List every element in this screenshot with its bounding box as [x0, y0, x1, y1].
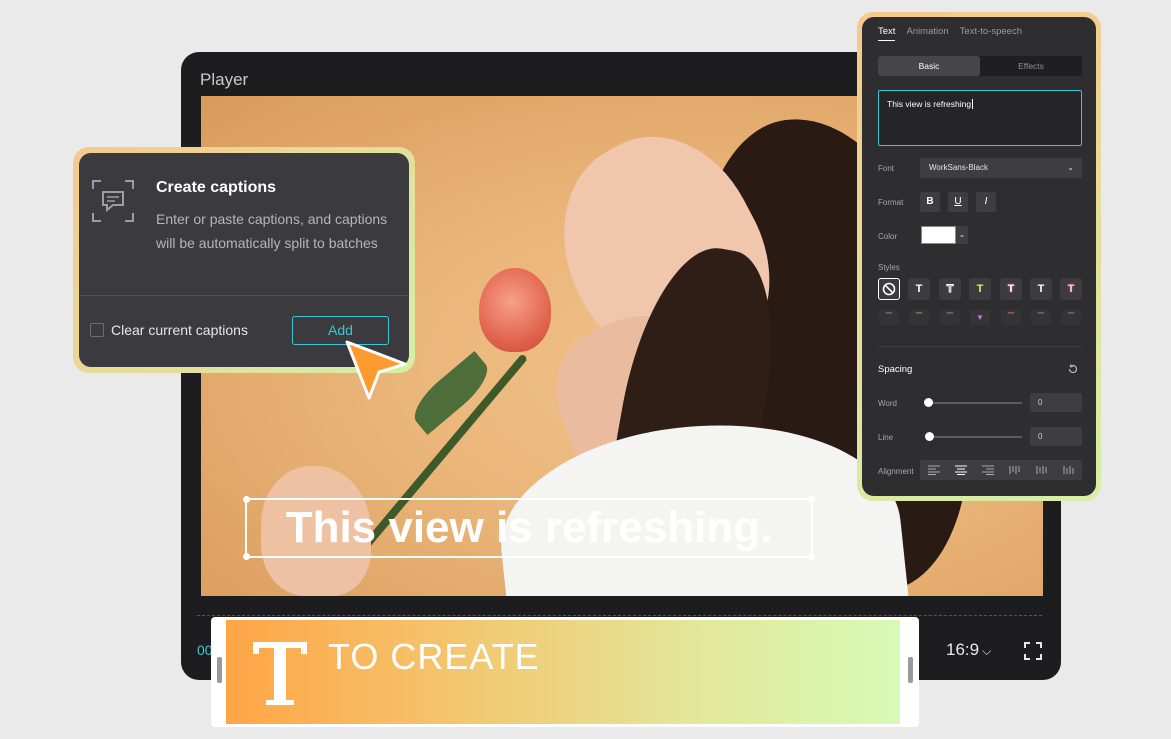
style-preset-shadow[interactable]: T: [1000, 278, 1022, 300]
align-middle-icon[interactable]: [1035, 465, 1049, 475]
clip-trim-handle-left[interactable]: [217, 657, 222, 683]
line-spacing-input[interactable]: 0: [1030, 427, 1082, 446]
resize-handle-br[interactable]: [808, 553, 815, 560]
text-input[interactable]: This view is refreshing: [878, 90, 1082, 146]
text-t-icon: [253, 642, 307, 705]
underline-button[interactable]: U: [948, 192, 968, 212]
style-preset-outline[interactable]: T: [939, 278, 961, 300]
tab-animation[interactable]: Animation: [906, 26, 948, 41]
style-preset-bold[interactable]: T: [1030, 278, 1052, 300]
bold-button[interactable]: B: [920, 192, 940, 212]
format-label: Format: [878, 198, 904, 207]
alignment-label: Alignment: [878, 467, 914, 476]
fullscreen-icon[interactable]: [1024, 642, 1042, 660]
basic-effects-toggle: Basic Effects: [878, 56, 1082, 76]
style-preset-small[interactable]: ▔: [940, 310, 960, 325]
caption-overlay-text: This view is refreshing.: [285, 503, 773, 552]
resize-handle-tl[interactable]: [243, 496, 250, 503]
create-captions-title: Create captions: [156, 179, 277, 196]
divider: [878, 346, 1082, 347]
text-input-value: This view is refreshing: [887, 99, 972, 109]
reset-icon[interactable]: [1067, 363, 1079, 375]
spacing-title: Spacing: [878, 364, 913, 375]
resize-handle-tr[interactable]: [808, 496, 815, 503]
font-value: WorkSans-Black: [929, 163, 988, 172]
line-spacing-thumb[interactable]: [925, 432, 934, 441]
segment-effects[interactable]: Effects: [980, 56, 1082, 76]
resize-handle-bl[interactable]: [243, 553, 250, 560]
clear-captions-label: Clear current captions: [111, 322, 248, 338]
tab-text-to-speech[interactable]: Text-to-speech: [960, 26, 1022, 41]
no-style-icon[interactable]: [878, 278, 900, 300]
word-spacing-thumb[interactable]: [924, 398, 933, 407]
alignment-buttons: [920, 460, 1082, 480]
font-select[interactable]: WorkSans-Black ⌄: [920, 158, 1082, 178]
caption-text-box[interactable]: This view is refreshing.: [243, 496, 815, 560]
word-spacing-input[interactable]: 0: [1030, 393, 1082, 412]
style-preset-small[interactable]: ▼: [970, 310, 990, 325]
text-clip[interactable]: TO CREATE: [226, 620, 900, 724]
align-top-icon[interactable]: [1008, 465, 1022, 475]
align-left-icon[interactable]: [927, 465, 941, 475]
panel-tabs: Text Animation Text-to-speech: [878, 26, 1022, 41]
align-bottom-icon[interactable]: [1062, 465, 1076, 475]
align-right-icon[interactable]: [981, 465, 995, 475]
color-swatch[interactable]: [921, 226, 956, 244]
player-title: Player: [200, 70, 249, 89]
aspect-ratio-selector[interactable]: 16:9 ⌵: [946, 640, 991, 660]
word-spacing-label: Word: [878, 399, 897, 408]
tab-text[interactable]: Text: [878, 26, 896, 41]
font-label: Font: [878, 164, 895, 173]
style-preset-small[interactable]: ▔: [1061, 310, 1081, 325]
line-spacing-slider[interactable]: [926, 436, 1022, 438]
style-preset-yellow[interactable]: T: [969, 278, 991, 300]
rose-leaf: [405, 351, 497, 435]
create-captions-description: Enter or paste captions, and captions wi…: [156, 211, 388, 251]
mouse-pointer-icon: [345, 340, 407, 400]
italic-button[interactable]: I: [976, 192, 996, 212]
clip-trim-handle-right[interactable]: [908, 657, 913, 683]
captions-icon: [92, 180, 134, 222]
text-properties-panel: Text Animation Text-to-speech Basic Effe…: [862, 17, 1096, 496]
style-preset-plain[interactable]: T: [908, 278, 930, 300]
styles-label: Styles: [878, 263, 900, 272]
divider: [79, 295, 409, 296]
line-spacing-label: Line: [878, 433, 894, 442]
align-center-icon[interactable]: [954, 465, 968, 475]
word-spacing-slider[interactable]: [926, 402, 1022, 404]
style-preset-small[interactable]: ▔: [1001, 310, 1021, 325]
color-label: Color: [878, 232, 898, 241]
style-preset-small[interactable]: ▔: [879, 310, 899, 325]
style-preset-pink[interactable]: T: [1060, 278, 1082, 300]
segment-basic[interactable]: Basic: [878, 56, 980, 76]
aspect-ratio-value: 16:9: [946, 640, 980, 659]
rose-flower: [479, 268, 551, 352]
chevron-down-icon: ⌄: [1067, 163, 1074, 172]
chevron-down-icon[interactable]: ⌄: [956, 226, 968, 244]
style-preset-small[interactable]: ▔: [909, 310, 929, 325]
style-preset-small[interactable]: ▔: [1031, 310, 1051, 325]
create-captions-card: Create captions Enter or paste captions,…: [79, 153, 409, 367]
text-clip-label: TO CREATE: [328, 636, 540, 677]
clear-captions-checkbox[interactable]: [90, 323, 104, 337]
chevron-down-icon: ⌵: [982, 644, 992, 658]
